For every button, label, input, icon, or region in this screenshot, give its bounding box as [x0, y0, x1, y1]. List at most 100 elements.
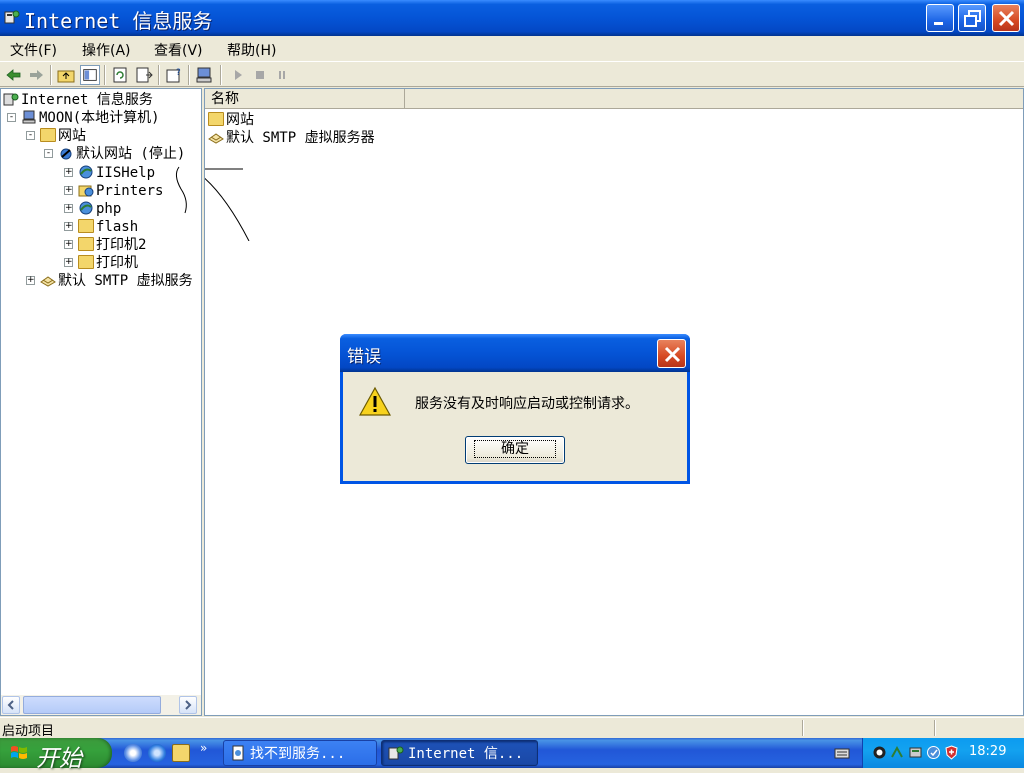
chevron-right-icon [185, 700, 192, 710]
iis-icon [3, 93, 19, 106]
tree-pane[interactable]: Internet 信息服务 - MOON(本地计算机) - 网站 - 默认网站 … [0, 88, 202, 716]
status-text: 启动项目 [2, 724, 55, 739]
ok-button[interactable]: 确定 [465, 436, 565, 464]
list-item-smtp[interactable]: 默认 SMTP 虚拟服务器 [208, 129, 375, 147]
up-folder-icon[interactable] [56, 65, 76, 85]
system-tray: 18:29 [862, 738, 1024, 768]
minimize-icon [934, 22, 943, 25]
scroll-left-button[interactable] [2, 696, 20, 714]
restore-button[interactable] [958, 4, 986, 32]
minimize-button[interactable] [926, 4, 954, 32]
keyboard-icon[interactable] [834, 746, 850, 760]
properties-help-icon[interactable]: ? [164, 65, 184, 85]
menu-file[interactable]: 文件(F) [10, 40, 57, 60]
toolbar: ? [0, 61, 1024, 87]
tree-item-label: MOON(本地计算机) [39, 110, 160, 126]
usb-icon[interactable] [908, 745, 923, 760]
taskbar-button-label: 找不到服务... [250, 746, 346, 762]
clock[interactable]: 18:29 [969, 744, 1006, 759]
start-icon[interactable] [228, 65, 248, 85]
back-arrow-icon[interactable] [4, 65, 24, 85]
collapse-toggle[interactable]: - [26, 131, 35, 140]
expand-toggle[interactable]: + [26, 276, 35, 285]
list-item-label: 网站 [226, 112, 254, 128]
iis-app-icon [4, 10, 20, 24]
expand-toggle[interactable]: + [64, 168, 73, 177]
tree-item-smtp[interactable]: 默认 SMTP 虚拟服务 [40, 272, 193, 290]
tree-item-label: Printers [96, 183, 164, 199]
quick-launch-more[interactable]: » [200, 741, 207, 755]
list-item-websites[interactable]: 网站 [208, 111, 254, 129]
document-icon [232, 745, 244, 761]
folder-icon [40, 128, 56, 142]
tree-item-flash[interactable]: flash [78, 218, 138, 236]
qq-icon[interactable] [872, 745, 887, 760]
computer-icon[interactable] [194, 65, 214, 85]
dialog-close-button[interactable] [657, 339, 686, 368]
expand-toggle[interactable]: + [64, 204, 73, 213]
collapse-toggle[interactable]: - [7, 113, 16, 122]
stop-icon[interactable] [250, 65, 270, 85]
windows-flag-icon [11, 746, 27, 759]
scroll-right-button[interactable] [179, 696, 197, 714]
expand-toggle[interactable]: + [64, 222, 73, 231]
scroll-thumb[interactable] [23, 696, 161, 714]
tree-item-printer2[interactable]: 打印机2 [78, 236, 146, 254]
tree-item-label: IISHelp [96, 165, 156, 181]
update-icon[interactable] [926, 745, 941, 760]
network-icon[interactable] [890, 745, 905, 760]
iis-app-icon [388, 746, 404, 760]
status-separator [802, 720, 804, 736]
dialog-title: 错误 [347, 347, 381, 367]
expand-toggle[interactable]: + [64, 258, 73, 267]
tree-item-iis-root[interactable]: Internet 信息服务 [3, 91, 153, 109]
ok-button-label: 确定 [474, 440, 556, 458]
title-bar[interactable]: Internet 信息服务 [0, 0, 1024, 36]
security-shield-icon[interactable] [944, 745, 959, 760]
internet-explorer-icon[interactable] [148, 744, 166, 762]
taskbar-button-find-service[interactable]: 找不到服务... [223, 740, 377, 766]
start-button[interactable]: 开始 [0, 738, 112, 772]
web-globe-icon [79, 201, 93, 215]
folder-icon [78, 255, 94, 269]
tree-item-printers[interactable]: Printers [78, 182, 163, 200]
column-header-blank[interactable] [405, 89, 1023, 109]
show-hide-tree-icon[interactable] [80, 65, 100, 85]
website-icon [60, 148, 72, 160]
expand-toggle[interactable]: + [64, 186, 73, 195]
toolbar-separator [188, 65, 190, 85]
smtp-icon [40, 276, 56, 287]
menu-action[interactable]: 操作(A) [82, 40, 131, 60]
tree-item-php[interactable]: php [78, 200, 121, 218]
web-globe-icon [78, 185, 94, 197]
taskbar-button-iis[interactable]: Internet 信... [381, 740, 538, 766]
show-desktop-icon[interactable] [124, 744, 142, 762]
explorer-icon[interactable] [172, 744, 190, 762]
refresh-icon[interactable] [110, 65, 130, 85]
list-header: 名称 [205, 89, 1023, 109]
close-button[interactable] [992, 4, 1020, 32]
dialog-title-bar[interactable]: 错误 [340, 334, 690, 372]
tree-horizontal-scrollbar[interactable] [1, 695, 201, 715]
folder-icon [78, 237, 94, 251]
menu-view[interactable]: 查看(V) [154, 40, 203, 60]
tree-item-websites[interactable]: 网站 [40, 127, 86, 145]
collapse-toggle[interactable]: - [44, 149, 53, 158]
web-globe-icon [79, 165, 93, 179]
menu-help[interactable]: 帮助(H) [227, 40, 276, 60]
tree-item-printer[interactable]: 打印机 [78, 254, 138, 272]
export-list-icon[interactable] [134, 65, 154, 85]
tree-item-default-website[interactable]: 默认网站 (停止) [58, 145, 186, 163]
menu-bar: 文件(F) 操作(A) 查看(V) 帮助(H) [0, 37, 1024, 61]
column-header-name[interactable]: 名称 [205, 89, 405, 109]
tree-item-label: 打印机 [96, 255, 138, 271]
forward-arrow-icon[interactable] [26, 65, 46, 85]
tree-item-label: 打印机2 [96, 237, 147, 253]
window-title: Internet 信息服务 [24, 9, 213, 33]
tree-item-moon-local[interactable]: MOON(本地计算机) [21, 109, 160, 127]
taskbar-button-label: Internet 信... [408, 746, 524, 762]
chevron-left-icon [7, 700, 14, 710]
pause-icon[interactable] [272, 65, 292, 85]
tree-item-iishelp[interactable]: IISHelp [78, 164, 155, 182]
expand-toggle[interactable]: + [64, 240, 73, 249]
